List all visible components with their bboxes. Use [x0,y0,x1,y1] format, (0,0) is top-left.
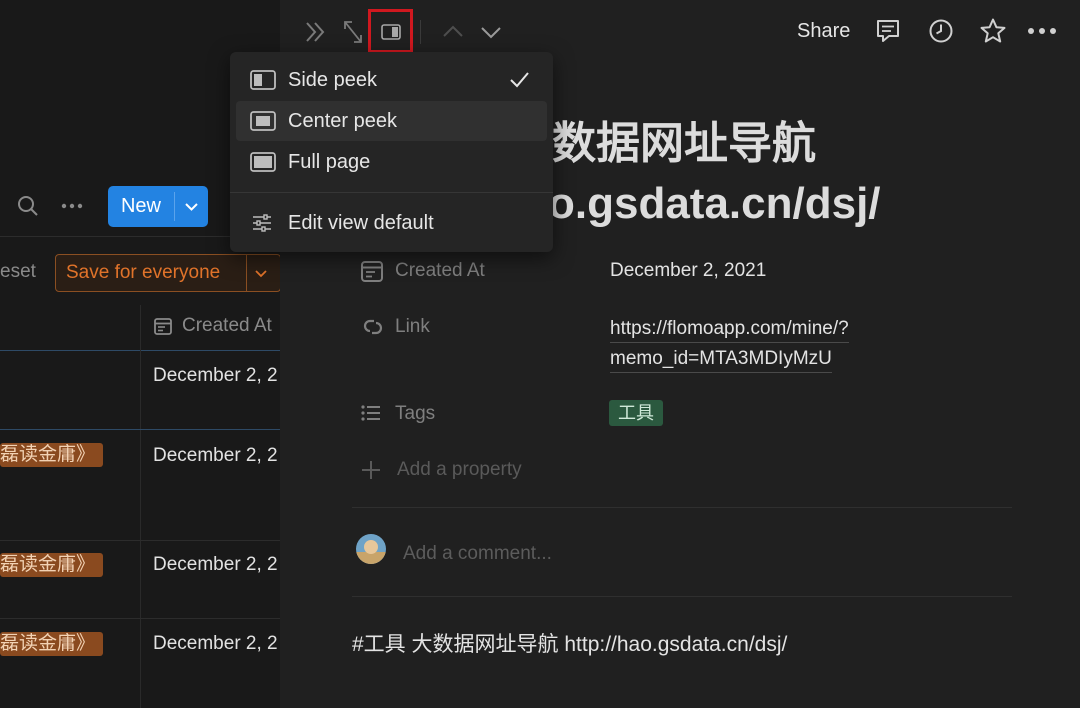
row-divider [0,540,280,541]
peek-mode-menu: Side peek Center peek Full page Edit vie… [230,52,553,252]
link-line: memo_id=MTA3MDIyMzU [610,346,832,373]
add-property-button[interactable]: Add a property [397,459,522,481]
tag-chip: 磊读金庸》 [0,443,104,467]
center-peek-icon [250,111,276,131]
tag-chip: 磊读金庸》 [0,632,104,656]
section-divider [352,507,1012,508]
side-peek-icon [381,24,401,40]
property-value-link[interactable]: https://flomoapp.com/mine/? memo_id=MTA3… [610,314,849,374]
property-value-created-at[interactable]: December 2, 2021 [610,260,766,282]
page-body-text[interactable]: #工具 大数据网址导航 http://hao.gsdata.cn/dsj/ [352,628,787,658]
menu-item-label: Center peek [288,110,397,132]
menu-item-edit-view-default[interactable]: Edit view default [236,203,547,243]
save-button-label: Save for everyone [66,262,221,283]
list-icon [361,405,380,421]
close-peek-double-chevron-icon[interactable] [304,14,326,50]
property-label-tags[interactable]: Tags [395,403,435,425]
table-cell-date[interactable]: December 2, 2 [153,365,278,387]
more-options-icon[interactable] [1027,27,1057,35]
save-for-everyone-button[interactable]: Save for everyone [55,254,280,292]
sliders-icon [253,214,271,232]
link-line: https://flomoapp.com/mine/? [610,316,849,343]
comment-input[interactable]: Add a comment... [403,543,552,565]
save-button-divider [246,255,247,291]
calendar-icon [154,318,172,335]
menu-item-label: Side peek [288,69,377,91]
table-cell-date[interactable]: December 2, 2 [153,554,278,576]
reset-button[interactable]: eset [0,261,36,283]
new-button[interactable]: New [108,186,208,227]
side-peek-icon [250,70,276,90]
chevron-down-icon[interactable] [175,186,208,227]
star-icon[interactable] [979,17,1007,45]
row-divider [0,618,280,619]
comment-icon[interactable] [875,18,901,44]
chevron-down-icon[interactable] [252,264,270,282]
new-button-label: New [120,195,161,217]
menu-divider [230,192,553,193]
row-divider [0,429,280,430]
full-page-icon [250,152,276,172]
tag-chip: 磊读金庸》 [0,553,104,577]
menu-item-label: Edit view default [288,212,434,234]
chevron-up-icon[interactable] [440,14,466,50]
column-divider [140,305,141,708]
search-icon[interactable] [17,195,39,217]
menu-item-center-peek[interactable]: Center peek [236,101,547,141]
calendar-icon [361,261,383,282]
column-header-created-at[interactable]: Created At [182,315,272,337]
section-divider [352,596,1012,597]
table-cell-date[interactable]: December 2, 2 [153,633,278,655]
menu-item-label: Full page [288,151,371,173]
menu-item-side-peek[interactable]: Side peek [236,60,547,100]
avatar [356,534,386,564]
peek-mode-highlight[interactable] [368,9,413,53]
toolbar-divider [420,20,421,44]
menu-item-full-page[interactable]: Full page [236,142,547,182]
property-label-created-at[interactable]: Created At [395,260,485,282]
more-options-icon[interactable] [61,203,83,209]
clock-history-icon[interactable] [928,18,954,44]
share-button[interactable]: Share [797,20,850,43]
plus-icon [362,461,380,479]
chevron-down-icon[interactable] [478,14,504,50]
expand-icon[interactable] [341,14,365,50]
link-icon [363,319,383,335]
table-cell-date[interactable]: December 2, 2 [153,445,278,467]
checkmark-icon [510,72,529,88]
tag-chip[interactable]: 工具 [609,400,663,426]
property-label-link[interactable]: Link [395,316,430,338]
